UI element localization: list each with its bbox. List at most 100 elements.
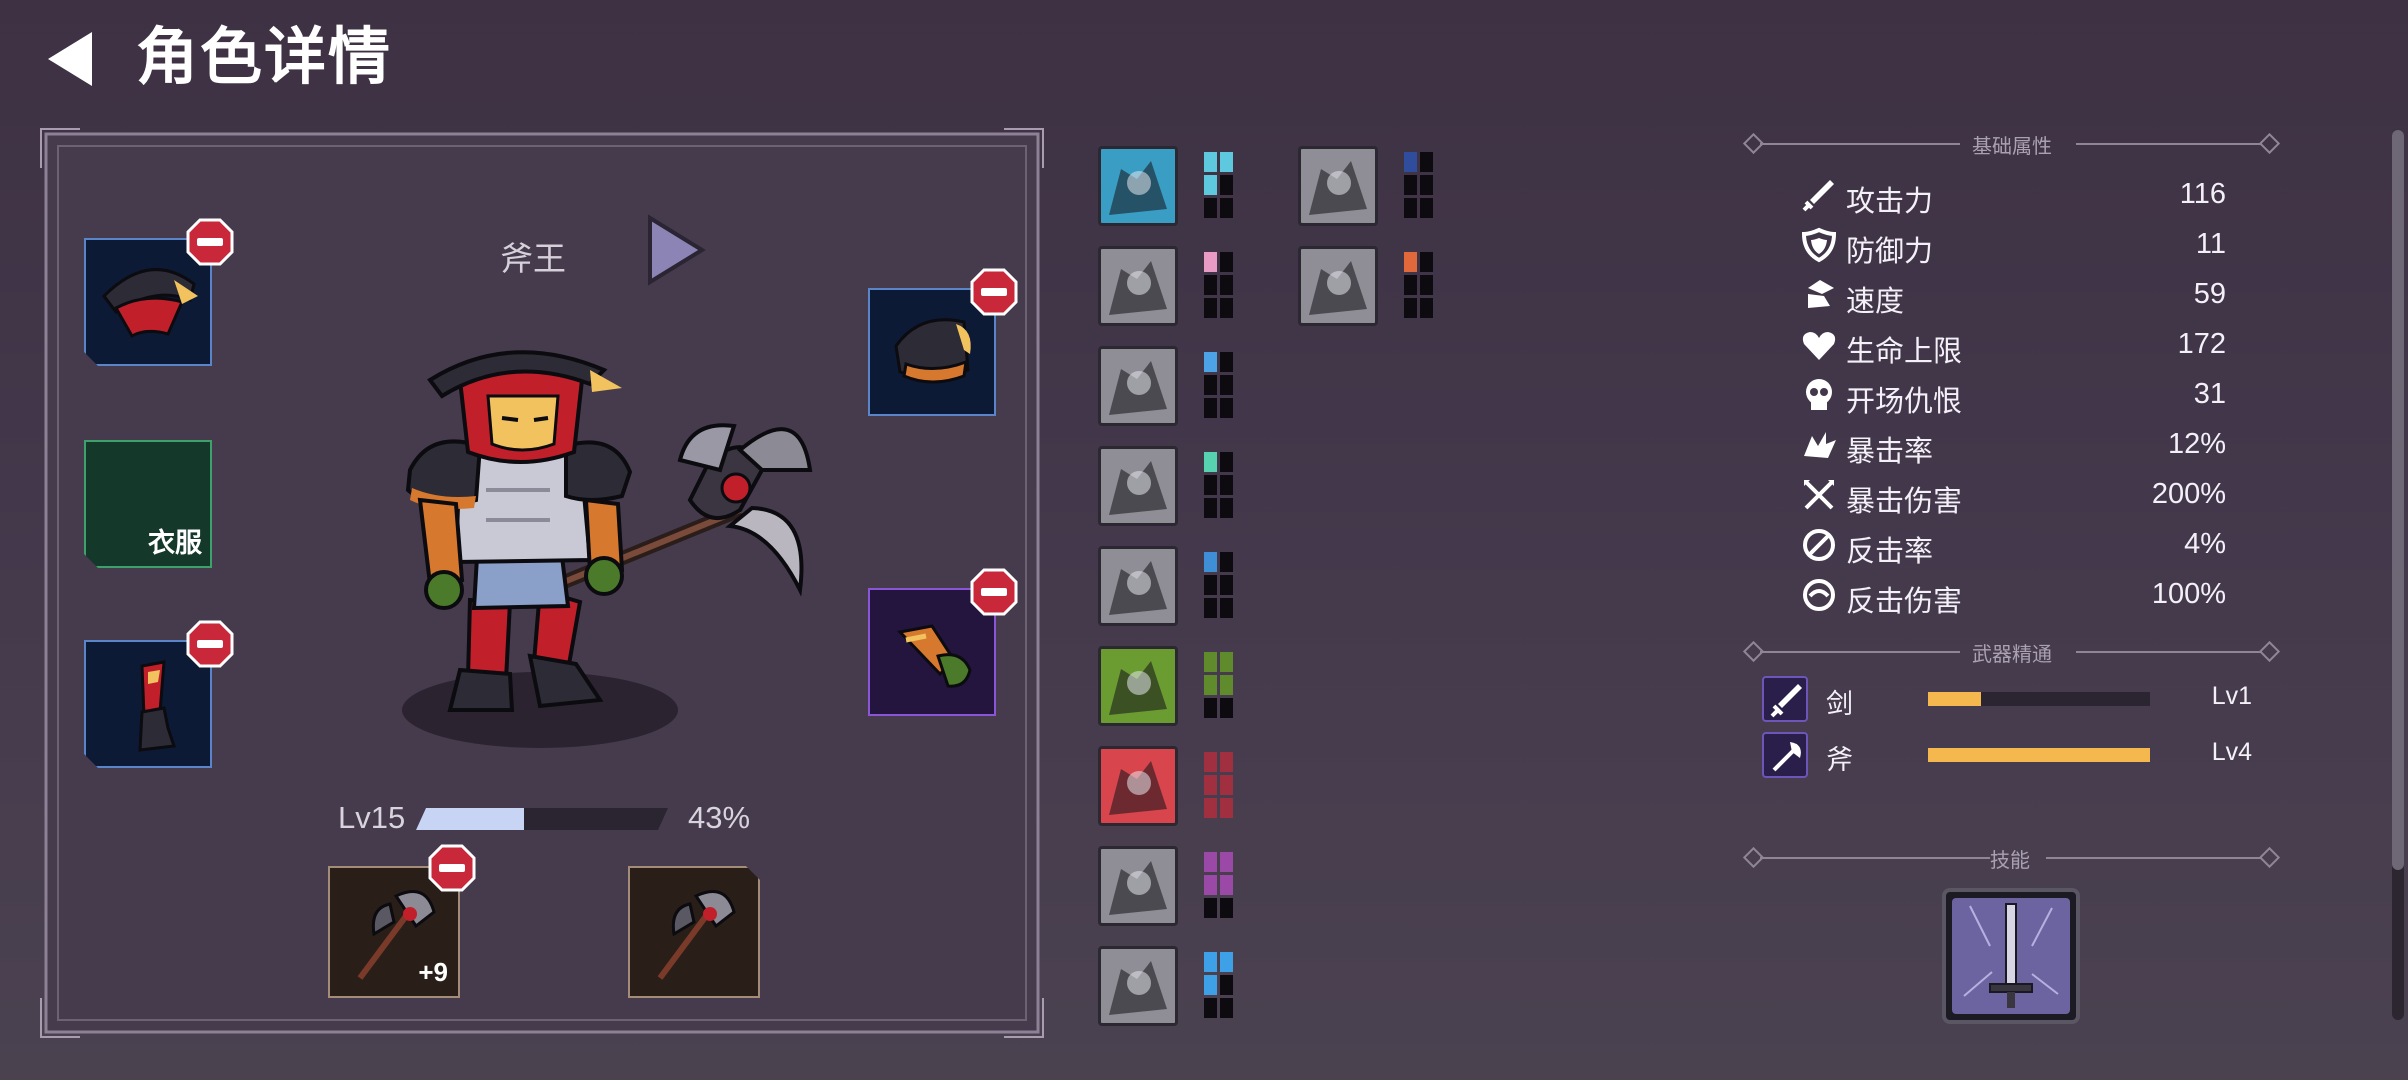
- relic-pip-empty: [1204, 998, 1217, 1018]
- back-arrow-icon[interactable]: [40, 28, 102, 90]
- stat-value: 116: [2179, 178, 2226, 210]
- counter-slash-icon: [1803, 529, 1835, 561]
- remove-legs-button[interactable]: [186, 620, 234, 668]
- relic-pip-empty: [1204, 575, 1217, 595]
- stat-row: 暴击伤害 200%: [1800, 474, 2226, 518]
- stat-value: 31: [2193, 378, 2226, 410]
- relic-pip-filled: [1220, 798, 1233, 818]
- relic-pip-empty: [1420, 252, 1433, 272]
- mastery-row: 斧 Lv4: [1762, 730, 2252, 782]
- fist-relic-icon[interactable]: [1098, 546, 1178, 626]
- relic-pip-filled: [1204, 652, 1217, 672]
- relic-pip-filled: [1220, 875, 1233, 895]
- stat-row: 反击率 4%: [1800, 524, 2226, 568]
- stat-row: 反击伤害 100%: [1800, 574, 2226, 618]
- shield-icon: [1801, 227, 1837, 263]
- relic-pip-empty: [1220, 552, 1233, 572]
- scrollbar-thumb[interactable]: [2392, 130, 2404, 870]
- mastery-level: Lv4: [2211, 738, 2252, 766]
- relic-pip-filled: [1404, 252, 1417, 272]
- relic-pip-empty: [1220, 298, 1233, 318]
- remove-weapon-button[interactable]: [428, 844, 476, 892]
- counter-swirl-icon: [1803, 579, 1835, 611]
- winged-boot-icon: [1808, 280, 1834, 308]
- relic-pip-filled: [1204, 852, 1217, 872]
- relic-pip-empty: [1220, 975, 1233, 995]
- relic-pip-filled: [1204, 875, 1217, 895]
- relic-pip-empty: [1204, 898, 1217, 918]
- skull-relic-icon[interactable]: [1298, 246, 1378, 326]
- relic-pip-filled: [1220, 652, 1233, 672]
- page-title: 角色详情: [136, 23, 393, 92]
- next-character-arrow-icon[interactable]: [644, 214, 706, 286]
- equip-slot-clothes[interactable]: 衣服: [84, 440, 224, 580]
- stat-value: 200%: [2151, 478, 2226, 510]
- relic-pip-filled: [1204, 952, 1217, 972]
- relic-pip-empty: [1220, 398, 1233, 418]
- mastery-row: 剑 Lv1: [1762, 674, 2252, 726]
- relic-pip-empty: [1220, 598, 1233, 618]
- stat-label: 攻击力: [1846, 186, 1934, 218]
- skills-section-header: 技能: [1742, 844, 2281, 872]
- relic-pip-filled: [1204, 152, 1217, 172]
- stat-row: 开场仇恨 31: [1800, 374, 2226, 418]
- remove-shoulder-button[interactable]: [970, 268, 1018, 316]
- relic-pip-empty: [1404, 175, 1417, 195]
- remove-head-button[interactable]: [186, 218, 234, 266]
- relic-pip-empty: [1220, 375, 1233, 395]
- scroll-face-relic-icon[interactable]: [1098, 846, 1178, 926]
- xp-percent-label: 43%: [688, 800, 751, 835]
- weapon-slot-secondary[interactable]: [628, 866, 760, 998]
- heart-icon: [1802, 332, 1836, 360]
- relic-pip-empty: [1204, 375, 1217, 395]
- relic-pip-empty: [1220, 575, 1233, 595]
- stat-label: 反击伤害: [1846, 586, 1963, 618]
- relic-pip-empty: [1404, 275, 1417, 295]
- skull-icon: [1806, 379, 1832, 410]
- relic-pip-empty: [1220, 175, 1233, 195]
- relic-pip-empty: [1220, 198, 1233, 218]
- mastery-progress-fill: [1928, 748, 2150, 762]
- xp-progress-bar: [416, 808, 668, 830]
- cross-bones-relic-icon[interactable]: [1098, 346, 1178, 426]
- relic-pip-empty: [1220, 252, 1233, 272]
- cloaked-figures-relic-icon[interactable]: [1298, 146, 1378, 226]
- relic-pip-filled: [1204, 252, 1217, 272]
- mastery-section-header: 武器精通: [1742, 638, 2281, 666]
- sword-mastery-icon: [1762, 676, 1808, 722]
- glowing-sword-skill-icon[interactable]: [1940, 886, 2082, 1026]
- stat-label: 反击率: [1846, 536, 1934, 568]
- remove-hands-button[interactable]: [970, 568, 1018, 616]
- staff-relic-icon[interactable]: [1098, 946, 1178, 1026]
- stat-label: 暴击伤害: [1846, 486, 1963, 518]
- relic-level-pips: [1204, 952, 1236, 1020]
- relic-pip-empty: [1404, 298, 1417, 318]
- crit-burst-icon: [1804, 432, 1836, 458]
- relic-pip-filled: [1404, 152, 1417, 172]
- viking-helmet-relic-icon[interactable]: [1098, 646, 1178, 726]
- stat-value: 4%: [2184, 528, 2226, 560]
- mastery-level: Lv1: [2211, 682, 2252, 710]
- relic-pip-empty: [1204, 475, 1217, 495]
- relic-pip-empty: [1220, 498, 1233, 518]
- blade-relic-icon[interactable]: [1098, 746, 1178, 826]
- boot-relic-icon[interactable]: [1098, 246, 1178, 326]
- stat-row: 攻击力 116: [1800, 174, 2226, 218]
- relic-pip-filled: [1204, 552, 1217, 572]
- relic-level-pips: [1204, 852, 1236, 920]
- relic-level-pips: [1204, 352, 1236, 420]
- eye-relic-icon[interactable]: [1098, 446, 1178, 526]
- character-name: 斧王: [500, 240, 566, 277]
- relic-pip-empty: [1204, 398, 1217, 418]
- relic-level-pips: [1204, 152, 1236, 220]
- stat-value: 11: [2195, 228, 2226, 260]
- stat-value: 100%: [2151, 578, 2226, 610]
- relic-level-pips: [1204, 252, 1236, 320]
- mastery-progress-fill: [1928, 692, 1982, 706]
- barbarian-relic-icon[interactable]: [1098, 146, 1178, 226]
- relic-pip-empty: [1220, 475, 1233, 495]
- mastery-progress-bar: [1928, 692, 2150, 706]
- relic-pip-filled: [1220, 675, 1233, 695]
- mastery-weapon-name: 斧: [1826, 745, 1853, 775]
- relic-pip-empty: [1220, 698, 1233, 718]
